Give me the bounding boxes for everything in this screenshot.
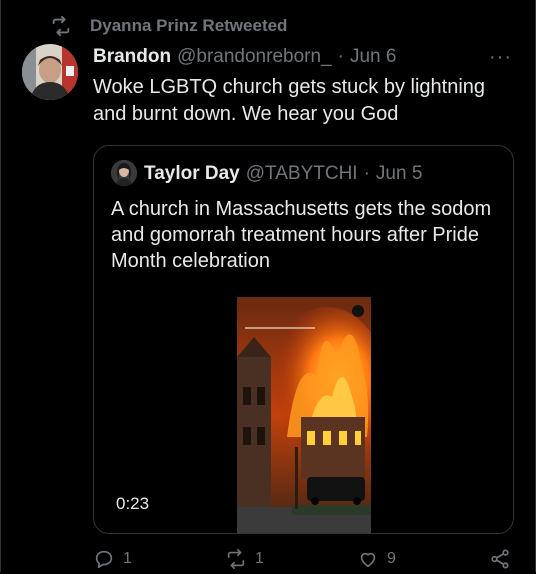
retweet-button[interactable]: 1 <box>225 548 264 570</box>
reply-count: 1 <box>123 550 132 567</box>
video-thumbnail[interactable] <box>237 297 371 533</box>
reply-icon <box>95 550 113 569</box>
separator: · <box>363 163 370 184</box>
quoted-date[interactable]: Jun 5 <box>376 163 422 185</box>
quoted-header: Taylor Day @TABYTCHI · Jun 5 <box>144 161 422 187</box>
retweet-context: Dyanna Prinz Retweeted <box>50 14 287 38</box>
retweet-icon <box>52 15 70 37</box>
video-duration: 0:23 <box>116 494 150 513</box>
retweet-count: 1 <box>255 550 264 567</box>
quoted-author-name[interactable]: Taylor Day <box>144 163 240 185</box>
share-icon <box>491 549 509 569</box>
heart-icon <box>360 552 376 568</box>
action-bar: 1 1 9 <box>93 548 523 574</box>
like-count: 9 <box>387 550 396 567</box>
more-options-icon[interactable]: ··· <box>489 46 512 69</box>
tweet-text: Woke LGBTQ church gets stuck by lightnin… <box>93 76 486 125</box>
avatar[interactable] <box>22 44 78 100</box>
quoted-avatar[interactable] <box>111 160 137 186</box>
reply-button[interactable]: 1 <box>93 548 132 570</box>
tweet-header: Brandon @brandonreborn_ · Jun 6 <box>93 44 396 70</box>
author-name[interactable]: Brandon <box>93 46 171 68</box>
tweet-date[interactable]: Jun 6 <box>350 46 396 68</box>
author-handle[interactable]: @brandonreborn_ <box>177 46 332 68</box>
separator: · <box>337 46 344 67</box>
share-button[interactable] <box>489 548 519 570</box>
retweet-label[interactable]: Dyanna Prinz Retweeted <box>90 16 287 36</box>
quoted-tweet[interactable]: Taylor Day @TABYTCHI · Jun 5 A church in… <box>93 145 514 534</box>
like-button[interactable]: 9 <box>357 548 396 570</box>
retweet-icon <box>227 549 245 569</box>
quoted-author-handle[interactable]: @TABYTCHI <box>246 163 358 185</box>
quoted-text: A church in Massachusetts gets the sodom… <box>111 198 492 272</box>
